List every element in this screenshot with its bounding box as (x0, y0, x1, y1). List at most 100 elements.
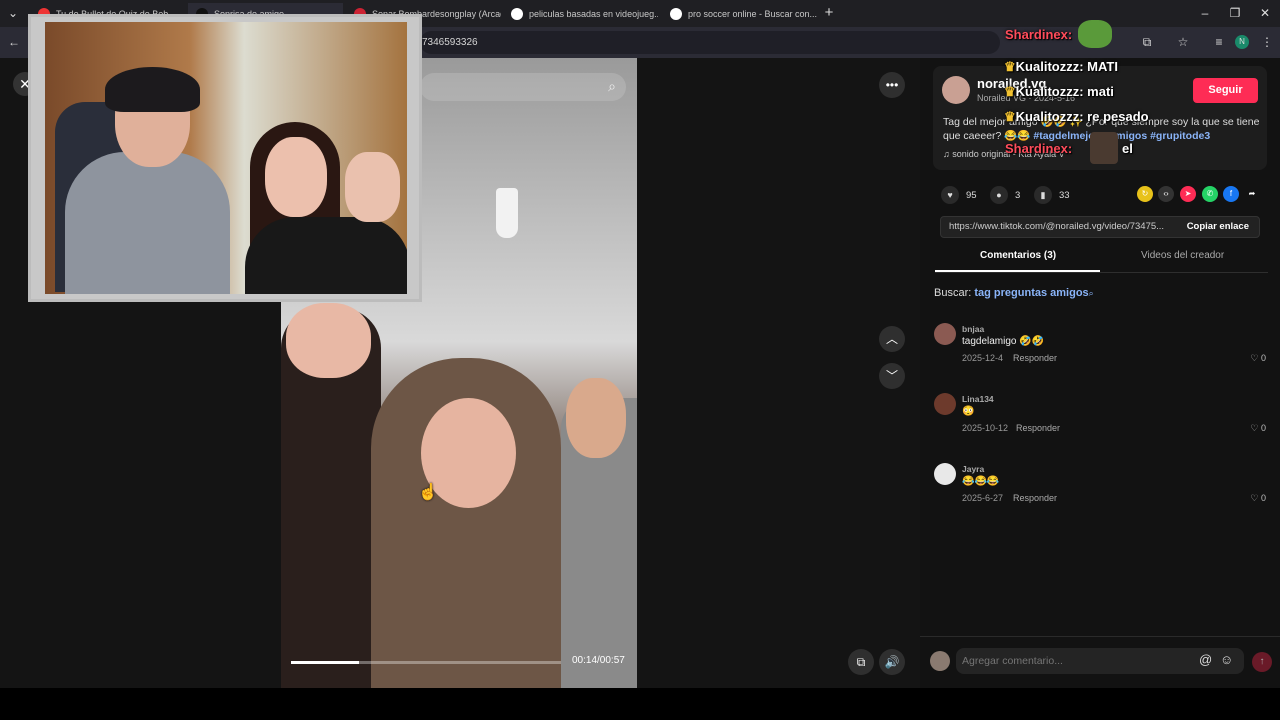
comment-like[interactable]: ♡ 0 (1250, 493, 1266, 504)
comment-item: Jayra 😂😂😂 2025-6-27 Responder ♡ 0 (934, 463, 1268, 523)
tab-search-icon[interactable]: ⌄ (4, 4, 22, 22)
webcam-person (105, 67, 200, 112)
comment-text: tagdelamigo 🤣🤣 (962, 336, 1045, 347)
heart-outline-icon[interactable]: ♡ (1250, 353, 1261, 363)
search-icon: ⌕ (1088, 288, 1094, 298)
screen-bottom-bar (0, 688, 1280, 720)
stream-chat-message: Shardinex: (1005, 141, 1073, 156)
video-progress-fill (291, 661, 359, 664)
hand-cursor-icon: ☝ (418, 484, 438, 501)
comment-like[interactable]: ♡ 0 (1250, 423, 1266, 434)
comment-date: 2025-10-12 (962, 423, 1009, 433)
browser-tab[interactable]: pro soccer online - Buscar con...✕ (662, 3, 817, 25)
media-control-icon[interactable]: ≡ (1210, 33, 1228, 51)
stream-chat-message-text: el (1122, 141, 1133, 156)
face-emote-icon (1090, 132, 1118, 164)
crown-icon: ♛ (1004, 59, 1016, 74)
volume-icon[interactable]: 🔊 (879, 649, 905, 675)
heart-outline-icon[interactable]: ♡ (1250, 423, 1261, 433)
bookmark-icon[interactable]: ▮ (1034, 186, 1052, 204)
chevron-up-icon[interactable]: ︿ (879, 326, 905, 352)
webcam-person (245, 217, 407, 294)
post-comment-button[interactable]: ↑ (1252, 652, 1272, 672)
comment-icon[interactable]: ● (990, 186, 1008, 204)
commenter-avatar[interactable] (934, 463, 956, 485)
comment-date: 2025-12-4 (962, 353, 1004, 363)
tab-divider (935, 272, 1268, 273)
comment-footer-divider (920, 636, 1280, 637)
comment-text: 😂😂😂 (962, 476, 1000, 487)
comment-date: 2025-6-27 (962, 493, 1004, 503)
reply-button[interactable]: Responder (1013, 493, 1057, 503)
related-search[interactable]: Buscar: tag preguntas amigos⌕ (934, 287, 1094, 299)
copy-link-button[interactable]: Copiar enlace (1187, 217, 1249, 237)
pip-icon[interactable]: ⧉ (848, 649, 874, 675)
send-icon[interactable]: ➤ (1180, 186, 1196, 202)
commenter-name[interactable]: Lina134 (962, 394, 994, 404)
maximize-icon[interactable]: ❐ (1226, 4, 1244, 22)
search-icon[interactable]: ⌕ (608, 78, 616, 95)
emoji-icon[interactable]: ☺ (1220, 652, 1233, 667)
reply-button[interactable]: Responder (1013, 353, 1057, 363)
more-options-icon[interactable]: ••• (879, 72, 905, 98)
extensions-icon[interactable]: ⧉ (1138, 33, 1156, 51)
repost-icon[interactable]: ↻ (1137, 186, 1153, 202)
pepe-emote-icon (1078, 20, 1112, 48)
whatsapp-icon[interactable]: ✆ (1202, 186, 1218, 202)
minimize-icon[interactable]: – (1196, 4, 1214, 22)
commenter-avatar[interactable] (934, 323, 956, 345)
stream-chat-message: ♛Kualitozzz: MATI (1004, 59, 1118, 74)
my-avatar (930, 651, 950, 671)
new-tab-button[interactable]: + (820, 4, 838, 22)
follow-button[interactable]: Seguir (1193, 78, 1258, 103)
bookmark-star-icon[interactable]: ☆ (1174, 33, 1192, 51)
commenter-name[interactable]: Jayra (962, 464, 984, 474)
crown-icon: ♛ (1004, 109, 1016, 124)
like-stat[interactable]: ♥ 95 (941, 186, 977, 204)
close-window-icon[interactable]: ✕ (1256, 4, 1274, 22)
video-link-field[interactable]: https://www.tiktok.com/@norailed.vg/vide… (940, 216, 1260, 238)
save-stat[interactable]: ▮ 33 (1034, 186, 1070, 204)
crown-icon: ♛ (1004, 84, 1016, 99)
music-note-icon: ♫ (943, 149, 953, 159)
share-arrow-icon[interactable]: ➦ (1244, 186, 1260, 202)
commenter-name[interactable]: bnjaa (962, 324, 984, 334)
webcam-person (65, 152, 230, 294)
embed-icon[interactable]: ‹› (1158, 186, 1174, 202)
reply-button[interactable]: Responder (1016, 423, 1060, 433)
video-frame-person (566, 378, 626, 458)
video-progress-bar[interactable] (291, 661, 561, 664)
author-avatar[interactable] (942, 76, 970, 104)
comment-like[interactable]: ♡ 0 (1250, 353, 1266, 364)
menu-icon[interactable]: ⋮ (1258, 33, 1276, 51)
heart-outline-icon[interactable]: ♡ (1250, 493, 1261, 503)
stream-chat-message: ♛Kualitozzz: re pesado (1004, 109, 1149, 124)
mention-icon[interactable]: @ (1199, 652, 1212, 667)
tab-comments[interactable]: Comentarios (3) (980, 250, 1056, 261)
back-icon[interactable]: ← (5, 33, 23, 51)
video-frame-lamp (496, 188, 518, 238)
google-icon (670, 8, 682, 20)
profile-avatar[interactable]: N (1235, 35, 1249, 49)
comment-stat[interactable]: ● 3 (990, 186, 1020, 204)
browser-tab[interactable]: peliculas basadas en videojueg...✕ (503, 3, 658, 25)
video-time: 00:14/00:57 (572, 655, 625, 666)
stream-chat-message: ♛Kualitozzz: mati (1004, 84, 1114, 99)
heart-icon[interactable]: ♥ (941, 186, 959, 204)
comment-text: 😳 (962, 406, 975, 417)
webcam-person (265, 137, 327, 217)
tab-creator-videos[interactable]: Videos del creador (1141, 250, 1224, 261)
address-bar[interactable]: 7346593326 (420, 31, 1000, 54)
facebook-icon[interactable]: f (1223, 186, 1239, 202)
comment-item: bnjaa tagdelamigo 🤣🤣 2025-12-4 Responder… (934, 323, 1268, 383)
webcam-feed (45, 22, 407, 294)
stream-chat-message: Shardinex: (1005, 27, 1073, 42)
chevron-down-icon[interactable]: ﹀ (879, 363, 905, 389)
commenter-avatar[interactable] (934, 393, 956, 415)
webcam-overlay (28, 14, 422, 302)
webcam-hand (345, 152, 400, 222)
video-search-bar[interactable]: ⌕ (420, 73, 626, 101)
video-frame-person (286, 303, 371, 378)
google-icon (511, 8, 523, 20)
comment-item: Lina134 😳 2025-10-12 Responder ♡ 0 (934, 393, 1268, 453)
